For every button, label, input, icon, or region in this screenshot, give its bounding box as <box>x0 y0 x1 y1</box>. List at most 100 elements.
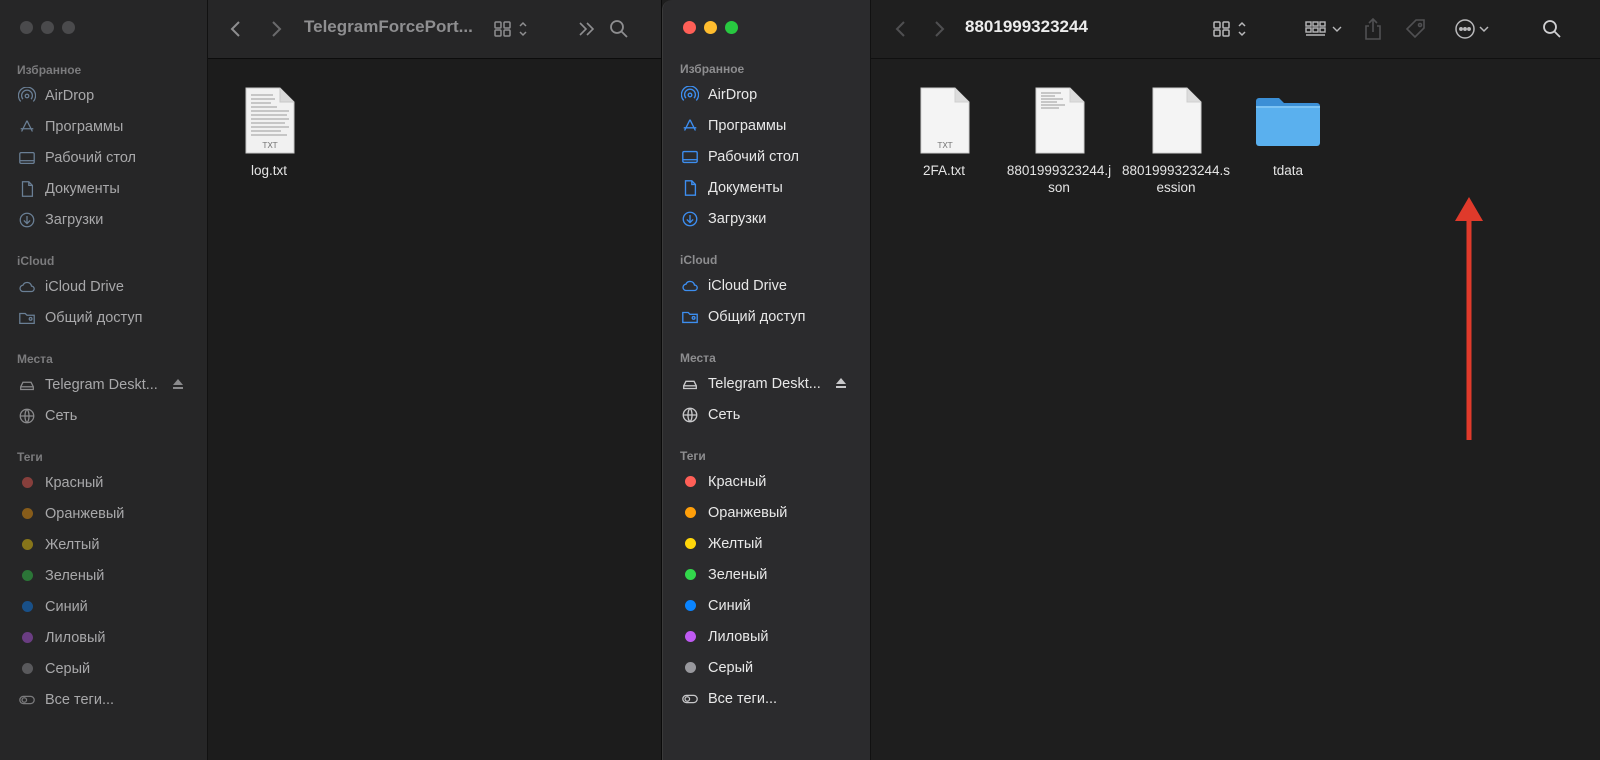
sidebar-item-shared[interactable]: Общий доступ <box>663 301 870 332</box>
sidebar-item-label: Общий доступ <box>708 308 806 325</box>
tag-color-dot-icon <box>680 566 700 584</box>
sidebar-item-label: Оранжевый <box>708 504 788 521</box>
sidebar-item-network[interactable]: Сеть <box>663 399 870 430</box>
file-item[interactable]: 8801999323244.json <box>1004 86 1114 196</box>
section-title: Теги <box>680 449 706 463</box>
tag-color-dot-icon <box>680 535 700 553</box>
sidebar-item-applications[interactable]: Программы <box>0 111 207 142</box>
sidebar-item-tag[interactable]: Желтый <box>663 528 870 559</box>
minimize-button[interactable] <box>704 21 717 34</box>
sidebar-item-label: Загрузки <box>708 210 767 227</box>
sidebar-item-applications[interactable]: Программы <box>663 110 870 141</box>
file-item[interactable]: 8801999323244.session <box>1121 86 1231 196</box>
sidebar-item-tag[interactable]: Оранжевый <box>663 497 870 528</box>
sidebar-item-tag[interactable]: Желтый <box>0 529 207 560</box>
sidebar-item-downloads[interactable]: Загрузки <box>0 204 207 235</box>
action-menu-button[interactable] <box>1453 15 1493 43</box>
sidebar-item-tag[interactable]: Зеленый <box>663 559 870 590</box>
tag-icon <box>1405 19 1425 39</box>
search-icon <box>1543 20 1561 38</box>
section-title: Места <box>17 352 53 366</box>
txt-file-icon: TXT <box>214 86 324 156</box>
file-item[interactable]: TXT 2FA.txt <box>889 86 999 179</box>
sidebar-item-shared[interactable]: Общий доступ <box>0 302 207 333</box>
svg-text:TXT: TXT <box>936 141 952 150</box>
tag-dot <box>21 663 33 674</box>
sidebar-item-telegram-desktop[interactable]: Telegram Deskt... <box>0 369 207 400</box>
tag-color-dot-icon <box>17 660 37 678</box>
window-controls <box>683 21 738 34</box>
close-button[interactable] <box>683 21 696 34</box>
search-button[interactable] <box>608 15 630 43</box>
sidebar-item-icloud-drive[interactable]: iCloud Drive <box>663 270 870 301</box>
sidebar-item-airdrop[interactable]: AirDrop <box>663 79 870 110</box>
group-by-button[interactable] <box>1303 15 1345 43</box>
eject-icon[interactable] <box>834 376 848 390</box>
json-file-icon <box>1004 86 1114 156</box>
close-button[interactable] <box>20 21 33 34</box>
sidebar-item-tag[interactable]: Лиловый <box>0 622 207 653</box>
tag-dot <box>684 476 696 487</box>
section-title: iCloud <box>680 253 718 267</box>
sidebar-item-label: Общий доступ <box>45 309 143 326</box>
sidebar-item-tag[interactable]: Зеленый <box>0 560 207 591</box>
sidebar-item-tag[interactable]: Красный <box>663 466 870 497</box>
sidebar-item-label: Telegram Deskt... <box>45 376 158 393</box>
tag-dot <box>684 631 696 642</box>
sidebar-item-tag[interactable]: Синий <box>663 590 870 621</box>
zoom-button[interactable] <box>62 21 75 34</box>
sidebar-item-documents[interactable]: Документы <box>0 173 207 204</box>
file-name: 2FA.txt <box>922 163 966 178</box>
tag-color-dot-icon <box>680 473 700 491</box>
tag-dot <box>684 538 696 549</box>
tag-color-dot-icon <box>17 505 37 523</box>
sidebar-item-all-tags[interactable]: Все теги... <box>0 684 207 715</box>
sidebar-item-tag[interactable]: Оранжевый <box>0 498 207 529</box>
zoom-button[interactable] <box>725 21 738 34</box>
sidebar-item-downloads[interactable]: Загрузки <box>663 203 870 234</box>
file-item[interactable]: tdata <box>1233 86 1343 179</box>
minimize-button[interactable] <box>41 21 54 34</box>
sidebar-item-all-tags[interactable]: Все теги... <box>663 683 870 714</box>
finder-window-right: Избранное AirDrop Программы Рабочий стол… <box>662 0 1600 760</box>
forward-button[interactable] <box>929 15 949 43</box>
sidebar-item-tag[interactable]: Лиловый <box>663 621 870 652</box>
sidebar-item-label: Все теги... <box>708 690 778 707</box>
sidebar-item-network[interactable]: Сеть <box>0 400 207 431</box>
sidebar-item-label: iCloud Drive <box>708 277 787 294</box>
sidebar-item-label: Желтый <box>45 536 100 553</box>
search-button[interactable] <box>1541 15 1563 43</box>
file-item[interactable]: TXT log.txt <box>214 86 324 179</box>
desktop-icon <box>680 148 700 166</box>
folder-icon <box>1233 86 1343 156</box>
sidebar-item-desktop[interactable]: Рабочий стол <box>663 141 870 172</box>
tag-dot <box>21 570 33 581</box>
view-mode-button[interactable] <box>1211 15 1251 43</box>
section-title: Избранное <box>680 62 745 76</box>
sidebar-item-label: Желтый <box>708 535 763 552</box>
sidebar-item-tag[interactable]: Серый <box>0 653 207 684</box>
sidebar-item-desktop[interactable]: Рабочий стол <box>0 142 207 173</box>
back-button[interactable] <box>226 15 246 43</box>
sidebar-item-airdrop[interactable]: AirDrop <box>0 80 207 111</box>
tag-button[interactable] <box>1403 15 1429 43</box>
all-tags-icon <box>680 690 700 708</box>
view-mode-button[interactable] <box>492 15 532 43</box>
back-button[interactable] <box>891 15 911 43</box>
sidebar-item-telegram-desktop[interactable]: Telegram Deskt... <box>663 368 870 399</box>
sidebar-item-tag[interactable]: Серый <box>663 652 870 683</box>
sidebar-item-icloud-drive[interactable]: iCloud Drive <box>0 271 207 302</box>
documents-icon <box>680 179 700 197</box>
sidebar-item-tag[interactable]: Красный <box>0 467 207 498</box>
sidebar-item-tag[interactable]: Синий <box>0 591 207 622</box>
places-section: Места Telegram Deskt... Сеть <box>0 349 207 431</box>
section-title: Теги <box>17 450 43 464</box>
forward-button[interactable] <box>266 15 286 43</box>
more-toolbar-button[interactable] <box>576 15 598 43</box>
section-title: iCloud <box>17 254 55 268</box>
share-button[interactable] <box>1361 15 1385 43</box>
file-name: 8801999323244.json <box>1006 163 1112 195</box>
shared-folder-icon <box>17 309 37 327</box>
eject-icon[interactable] <box>171 377 185 391</box>
sidebar-item-documents[interactable]: Документы <box>663 172 870 203</box>
